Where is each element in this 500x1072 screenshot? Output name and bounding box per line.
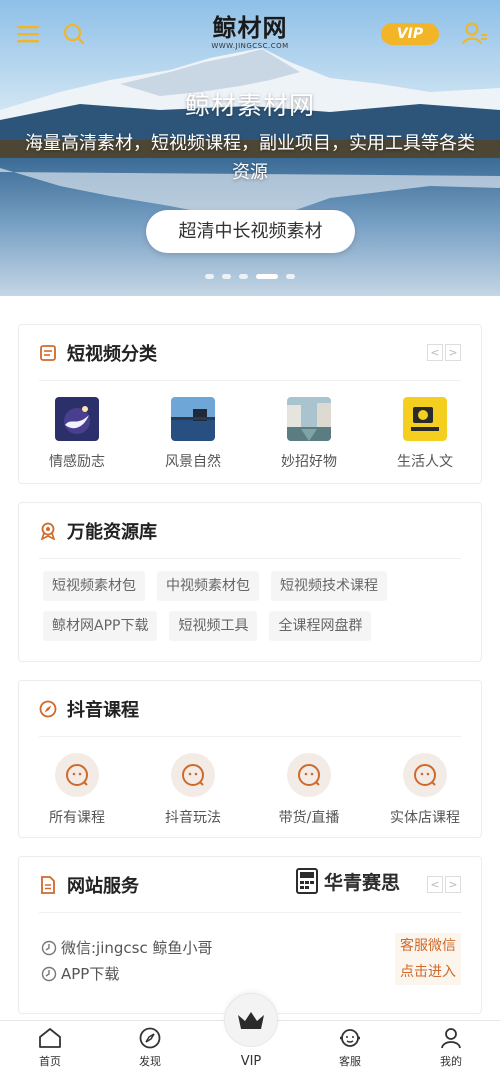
category-emotion[interactable]: 情感励志 [19, 397, 135, 471]
resource-tags: 短视频素材包 中视频素材包 短视频技术课程 鲸材网APP下载 短视频工具 全课程… [43, 571, 463, 651]
card-title: 网站服务 [67, 875, 139, 897]
carousel-dot[interactable] [205, 274, 214, 279]
user-icon[interactable] [460, 20, 490, 48]
carousel-dots [0, 274, 500, 279]
resource-tag[interactable]: 中视频素材包 [157, 571, 259, 601]
resources-card: 万能资源库 短视频素材包 中视频素材包 短视频技术课程 鲸材网APP下载 短视频… [18, 502, 482, 662]
clock-icon [41, 940, 57, 955]
nav-label: 客服 [339, 1055, 361, 1068]
category-label: 情感励志 [49, 454, 105, 470]
hero-description: 海量高清素材，短视频课程，副业项目，实用工具等各类资源 [25, 133, 475, 183]
gadgets-thumbnail [287, 397, 331, 441]
calculator-icon [296, 868, 318, 894]
culture-thumbnail [403, 397, 447, 441]
chat-face-icon [403, 753, 447, 797]
profile-icon [441, 1028, 461, 1049]
watermark-text: 华青赛思 [324, 871, 401, 894]
card-title: 万能资源库 [67, 521, 157, 543]
card-pager: < > [427, 876, 461, 893]
carousel-dot[interactable] [239, 274, 248, 279]
card-pager: < > [427, 344, 461, 361]
category-label: 生活人文 [397, 454, 453, 470]
chat-face-icon [171, 753, 215, 797]
hero-banner[interactable]: 鲸材网 WWW.JINGCSC.COM VIP 鲸材素材网 海量高清素材，短视频… [0, 0, 500, 296]
nav-service[interactable]: 客服 [320, 1027, 380, 1069]
nav-label: 首页 [39, 1055, 61, 1068]
bottom-navigation: 首页 发现 VIP 客服 我的 [0, 993, 500, 1072]
menu-icon[interactable] [14, 22, 42, 46]
douyin-courses-card: 抖音课程 所有课程 抖音玩法 带货/直播 实体店课程 [18, 680, 482, 838]
resource-tag[interactable]: 短视频工具 [169, 611, 258, 641]
course-gameplay[interactable]: 抖音玩法 [135, 753, 251, 827]
top-bar: 鲸材网 WWW.JINGCSC.COM VIP [0, 0, 500, 70]
nav-mine[interactable]: 我的 [421, 1027, 481, 1069]
hero-cta-button[interactable]: 超清中长视频素材 [146, 210, 355, 253]
crown-icon [238, 1012, 264, 1029]
short-video-card: 短视频分类 < > 情感励志 风景自然 妙招好物 生活人文 [18, 324, 482, 484]
customer-wechat-button[interactable]: 客服微信 [395, 933, 461, 959]
carousel-dot-active[interactable] [256, 274, 278, 279]
pager-prev-button[interactable]: < [427, 876, 443, 893]
resource-tag[interactable]: 短视频技术课程 [271, 571, 387, 601]
scenery-thumbnail [171, 397, 215, 441]
chat-face-icon [287, 753, 331, 797]
pager-prev-button[interactable]: < [427, 344, 443, 361]
medal-icon [39, 522, 57, 540]
nav-discover[interactable]: 发现 [120, 1027, 180, 1069]
site-services-card: 网站服务 < > 微信:jingcsc 鲸鱼小哥 APP下载 客服微信 点击进入 [18, 856, 482, 1014]
emotion-thumbnail [55, 397, 99, 441]
course-live[interactable]: 带货/直播 [251, 753, 367, 827]
app-line: APP下载 [41, 963, 119, 984]
course-label: 实体店课程 [390, 810, 460, 826]
category-label: 妙招好物 [281, 454, 337, 470]
home-icon [39, 1028, 61, 1048]
headset-icon [340, 1029, 360, 1047]
category-label: 风景自然 [165, 454, 221, 470]
nav-label: 发现 [139, 1055, 161, 1068]
card-header: 短视频分类 < > [39, 325, 461, 381]
list-icon [39, 344, 57, 362]
course-all[interactable]: 所有课程 [19, 753, 135, 827]
course-grid: 所有课程 抖音玩法 带货/直播 实体店课程 [19, 753, 483, 827]
carousel-dot[interactable] [222, 274, 231, 279]
course-label: 抖音玩法 [165, 810, 221, 826]
pager-next-button[interactable]: > [445, 876, 461, 893]
nav-vip[interactable] [224, 993, 278, 1047]
compass-icon [139, 1027, 161, 1049]
app-text: APP下载 [61, 965, 120, 983]
compass-icon [39, 700, 57, 718]
chat-face-icon [55, 753, 99, 797]
card-title: 短视频分类 [67, 343, 157, 365]
carousel-dot[interactable] [286, 274, 295, 279]
category-culture[interactable]: 生活人文 [367, 397, 483, 471]
card-header: 万能资源库 [39, 503, 461, 559]
vip-button[interactable]: VIP [381, 23, 439, 45]
wechat-text: 微信:jingcsc 鲸鱼小哥 [61, 939, 213, 957]
nav-label: 我的 [440, 1055, 462, 1068]
course-store[interactable]: 实体店课程 [367, 753, 483, 827]
nav-home[interactable]: 首页 [20, 1027, 80, 1069]
hero-title: 鲸材素材网 [184, 91, 315, 120]
document-icon [39, 875, 57, 894]
watermark: 华青赛思 [290, 864, 407, 898]
resource-tag[interactable]: 短视频素材包 [43, 571, 145, 601]
search-icon[interactable] [60, 20, 88, 48]
card-header: 抖音课程 [39, 681, 461, 737]
category-gadgets[interactable]: 妙招好物 [251, 397, 367, 471]
resource-tag[interactable]: 鲸材网APP下载 [43, 611, 158, 641]
logo-subtitle: WWW.JINGCSC.COM [211, 42, 289, 50]
site-logo[interactable]: 鲸材网 WWW.JINGCSC.COM [190, 14, 310, 51]
enter-button[interactable]: 点击进入 [395, 959, 461, 985]
category-scenery[interactable]: 风景自然 [135, 397, 251, 471]
category-grid: 情感励志 风景自然 妙招好物 生活人文 [19, 397, 483, 471]
nav-vip-label: VIP [240, 1054, 262, 1069]
course-label: 所有课程 [49, 810, 105, 826]
course-label: 带货/直播 [278, 810, 340, 826]
resource-tag[interactable]: 全课程网盘群 [269, 611, 372, 641]
clock-icon [41, 966, 57, 981]
card-title: 抖音课程 [67, 699, 139, 721]
wechat-line: 微信:jingcsc 鲸鱼小哥 [41, 937, 213, 958]
logo-title: 鲸材网 [212, 13, 288, 42]
pager-next-button[interactable]: > [445, 344, 461, 361]
